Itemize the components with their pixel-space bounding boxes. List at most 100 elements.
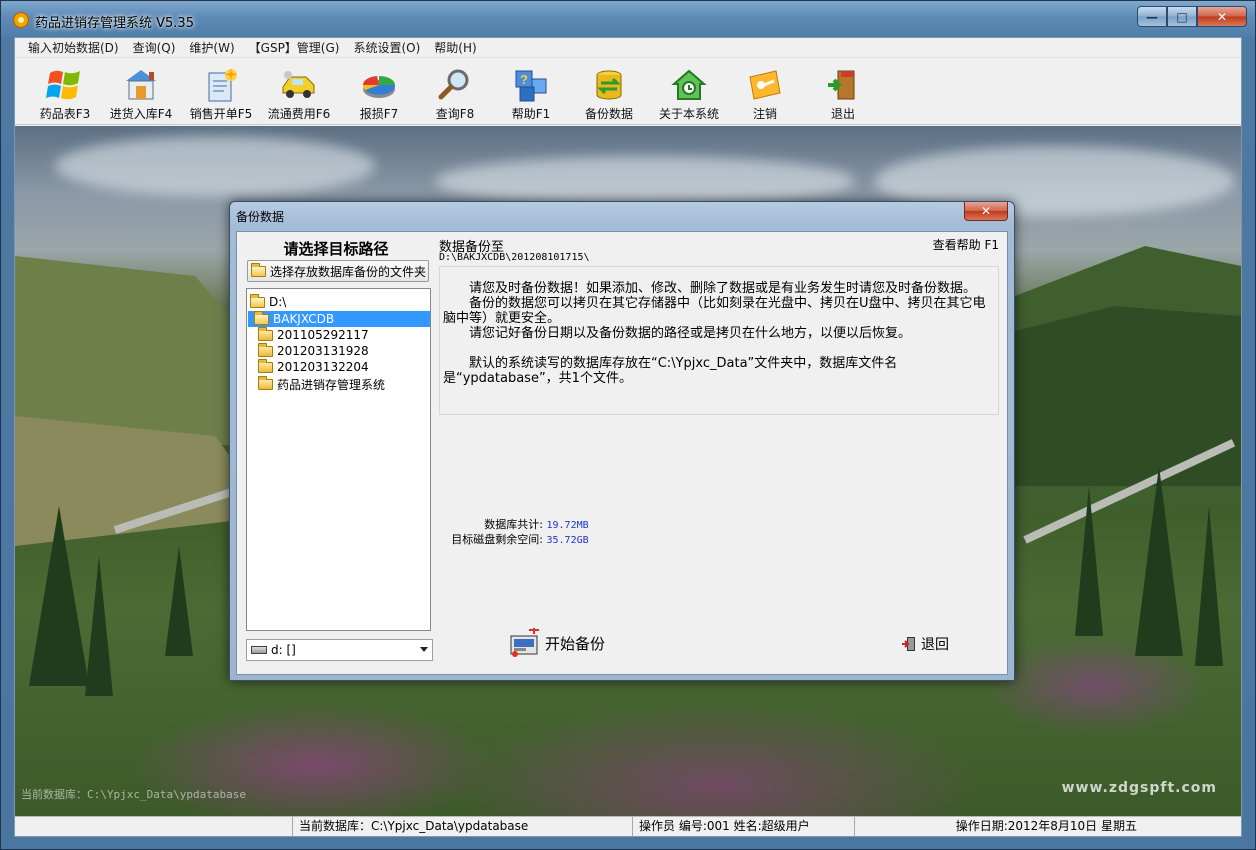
folder-icon [258,358,273,373]
note-spacer [443,341,994,356]
toolbar-loss-button[interactable]: 报损F7 [339,63,419,123]
menu-settings[interactable]: 系统设置(O) [346,38,427,58]
toolbar-purchase-button[interactable]: 进货入库F4 [101,63,181,123]
db-total-value: 19.72MB [546,520,589,531]
open-folder-icon [250,293,265,308]
tree-item-folder[interactable]: 201203132204 [258,358,369,375]
backup-start-icon [509,628,541,658]
toolbar-label: 帮助F1 [511,107,551,121]
tree-item-drive-root[interactable]: D:\ [250,293,287,310]
open-folder-icon [251,262,266,277]
toolbar-about-button[interactable]: 关于本系统 [649,63,729,123]
toolbar-expenses-button[interactable]: 流通费用F6 [259,63,339,123]
free-space-label: 目标磁盘剩余空间: [451,533,543,546]
tree-item-label: 201203132204 [277,360,369,374]
hard-drive-icon [251,646,267,654]
tree-item-label: D:\ [269,295,287,309]
choose-folder-label: 选择存放数据库备份的文件夹 [270,264,427,279]
about-house-icon [670,67,708,103]
windows-logo-icon [46,67,84,103]
backup-stats: 数据库共计: 19.72MB 目标磁盘剩余空间: 35.72GB [439,518,589,548]
svg-text:?: ? [520,72,528,87]
start-backup-label: 开始备份 [545,634,606,653]
toolbar-label: 报损F7 [359,107,399,121]
dialog-close-button[interactable]: ✕ [964,202,1008,221]
menu-bar: 输入初始数据(D) 查询(Q) 维护(W) 【GSP】管理(G) 系统设置(O)… [15,38,1241,58]
tree-item-label: BAKJXCDB [273,312,335,326]
toolbar: 药品表F3 进货入库F4 销售开单F5 流通费用F6 报损F7 查询F8 ? 帮… [15,59,1241,125]
exit-door-icon [824,67,862,103]
drive-select-value: d: [] [271,643,296,657]
toolbar-label: 药品表F3 [39,107,91,121]
back-button-label: 退回 [921,637,949,653]
toolbar-label: 退出 [830,107,855,121]
menu-help[interactable]: 帮助(H) [427,38,483,58]
toolbar-label: 查询F8 [435,107,475,121]
status-spacer [15,817,293,837]
menu-maintenance[interactable]: 维护(W) [182,38,241,58]
wallpaper-db-path: 当前数据库：C:\Ypjxc_Data\ypdatabase [21,788,246,801]
toolbar-label: 关于本系统 [658,107,719,121]
free-space-value: 35.72GB [546,535,589,546]
folder-icon [258,342,273,357]
backup-info-panel: 数据备份至 查看帮助 F1 D:\BAKJXCDB\201208101715\ … [437,234,1003,670]
help-cubes-icon: ? [512,67,550,103]
toolbar-logout-button[interactable]: 注销 [725,63,805,123]
toolbar-query-button[interactable]: 查询F8 [415,63,495,123]
target-path-panel: 请选择目标路径 选择存放数据库备份的文件夹 D:\ BAKJXCDB 20110… [241,234,433,670]
exit-door-icon [901,636,917,652]
toolbar-label: 销售开单F5 [189,107,253,121]
toolbar-help-button[interactable]: ? 帮助F1 [491,63,571,123]
folder-icon [258,375,273,390]
choose-folder-button[interactable]: 选择存放数据库备份的文件夹 [247,260,429,282]
backup-notes: 请您及时备份数据！如果添加、修改、删除了数据或是有业务发生时请您及时备份数据。 … [439,266,999,415]
tree-item-label: 201105292117 [277,328,369,342]
toolbar-sales-button[interactable]: 销售开单F5 [181,63,261,123]
target-path-heading: 请选择目标路径 [283,240,389,258]
tree-item-bakjxcdb[interactable]: BAKJXCDB [248,310,430,327]
toolbar-label: 备份数据 [584,107,633,121]
watermark: www.zdgspft.com [1061,780,1217,796]
folder-tree: D:\ BAKJXCDB 201105292117 201203131928 2… [246,288,431,631]
menu-input-initial-data[interactable]: 输入初始数据(D) [21,38,126,58]
toolbar-label: 流通费用F6 [267,107,331,121]
note-paragraph: 备份的数据您可以拷贝在其它存储器中（比如刻录在光盘中、拷贝在U盘中、拷贝在其它电… [443,296,986,326]
toolbar-backup-button[interactable]: 备份数据 [569,63,649,123]
status-operator: 操作员 编号:001 姓名:超级用户 [633,817,855,837]
status-date: 操作日期:2012年8月10日 星期五 [955,819,1137,833]
help-link[interactable]: 查看帮助 F1 [933,236,999,253]
maximize-button[interactable]: □ [1167,6,1197,27]
chevron-down-icon[interactable] [420,647,428,652]
drive-select[interactable]: d: [] [246,639,433,661]
sales-invoice-icon [202,67,240,103]
backup-path: D:\BAKJXCDB\201208101715\ [439,252,590,263]
database-backup-icon [590,67,628,103]
menu-gsp[interactable]: 【GSP】管理(G) [242,38,347,58]
menu-query[interactable]: 查询(Q) [126,38,183,58]
start-backup-button[interactable]: 开始备份 [509,626,605,660]
caption-buttons: — □ ✕ [1137,6,1247,27]
close-button[interactable]: ✕ [1197,6,1247,27]
note-paragraph: 请您记好备份日期以及备份数据的路径或是拷贝在什么地方，以便以后恢复。 [443,326,912,341]
pie-chart-icon [360,67,398,103]
tree-item-folder[interactable]: 201203131928 [258,342,369,359]
tree-item-label: 药品进销存管理系统 [277,377,386,392]
toolbar-label: 进货入库F4 [109,107,173,121]
minimize-button[interactable]: — [1137,6,1167,27]
app-logo-icon [13,12,29,28]
toolbar-drug-list-button[interactable]: 药品表F3 [25,63,105,123]
status-current-db: 当前数据库：C:\Ypjxc_Data\ypdatabase [293,817,633,837]
db-total-label: 数据库共计: [484,518,543,531]
warehouse-icon [122,67,160,103]
open-folder-icon [254,310,269,325]
toolbar-exit-button[interactable]: 退出 [803,63,883,123]
tree-item-folder[interactable]: 201105292117 [258,326,369,343]
note-paragraph: 请您及时备份数据！如果添加、修改、删除了数据或是有业务发生时请您及时备份数据。 [443,281,977,296]
back-button[interactable]: 退回 [901,634,949,654]
tree-item-folder[interactable]: 药品进销存管理系统 [258,375,386,392]
tree-item-label: 201203131928 [277,344,369,358]
magnifier-icon [436,67,474,103]
dialog-body: 请选择目标路径 选择存放数据库备份的文件夹 D:\ BAKJXCDB 20110… [236,231,1008,675]
note-paragraph: 默认的系统读写的数据库存放在“C:\Ypjxc_Data”文件夹中，数据库文件名… [443,356,898,386]
title-bar[interactable]: 药品进销存管理系统 V5.35 — □ ✕ [1,1,1255,37]
